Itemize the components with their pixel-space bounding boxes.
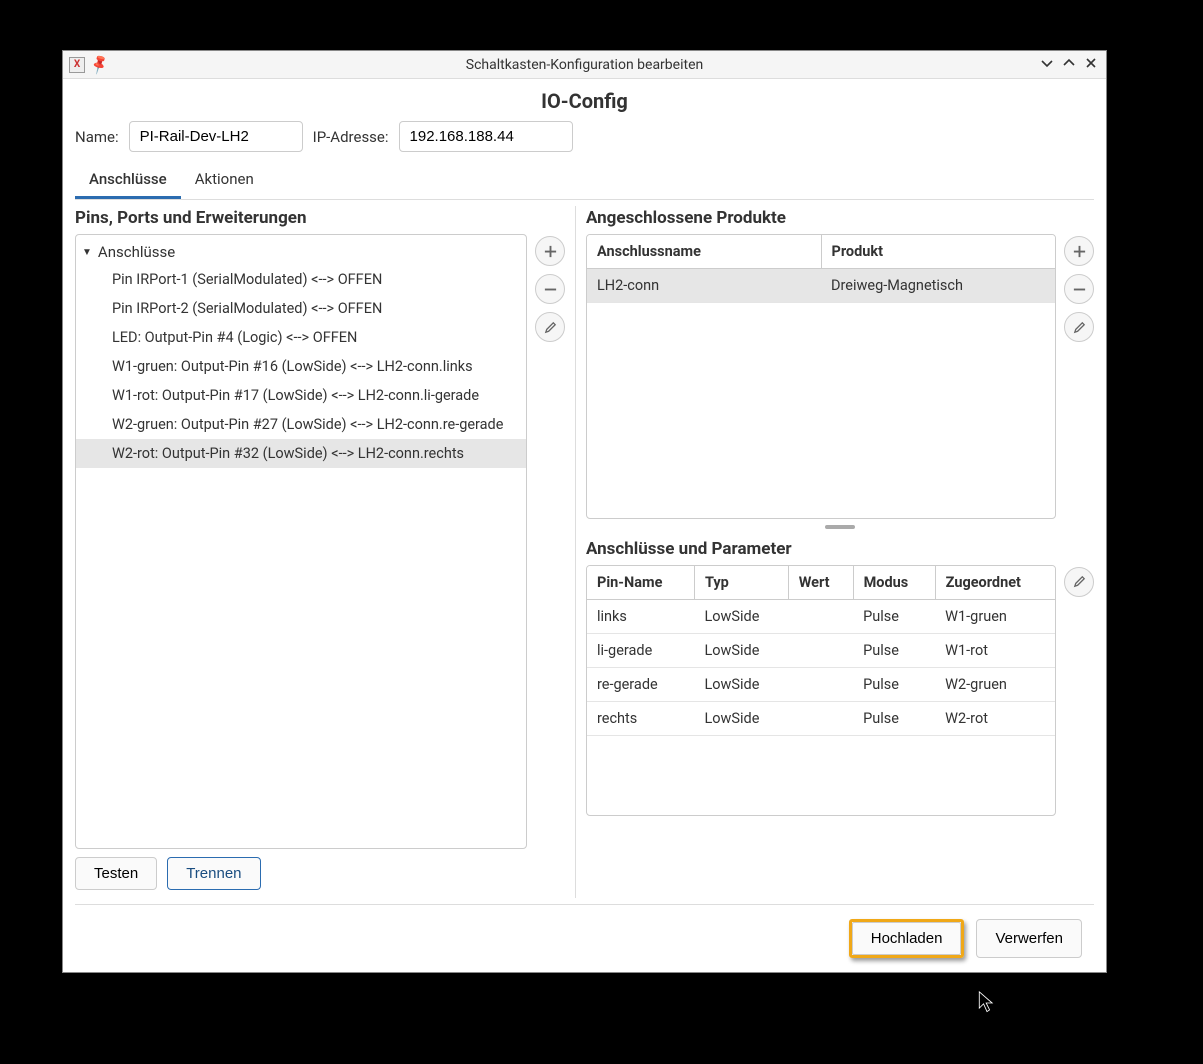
app-icon: X — [69, 57, 85, 73]
remove-pin-button[interactable] — [535, 274, 565, 304]
products-header-product[interactable]: Produkt — [821, 235, 1055, 269]
tree-item[interactable]: W1-gruen: Output-Pin #16 (LowSide) <--> … — [76, 352, 526, 381]
upload-highlight: Hochladen — [849, 919, 965, 958]
ip-input[interactable] — [399, 121, 573, 152]
product-name-cell: LH2-conn — [587, 269, 821, 303]
table-row[interactable]: re-gerade LowSide Pulse W2-gruen — [587, 667, 1055, 701]
params-header-pin[interactable]: Pin-Name — [587, 566, 694, 600]
products-table: Anschlussname Produkt LH2-conn Dreiweg-M… — [587, 235, 1055, 518]
edit-product-button[interactable] — [1064, 312, 1094, 342]
ip-label: IP-Adresse: — [313, 128, 389, 146]
splitter[interactable] — [586, 525, 1094, 531]
products-header-name[interactable]: Anschlussname — [587, 235, 821, 269]
test-button[interactable]: Testen — [75, 857, 157, 890]
close-icon[interactable] — [1084, 56, 1098, 74]
tree-item[interactable]: W2-gruen: Output-Pin #27 (LowSide) <--> … — [76, 410, 526, 439]
table-row[interactable]: links LowSide Pulse W1-gruen — [587, 599, 1055, 633]
params-table: Pin-Name Typ Wert Modus Zugeordnet — [587, 566, 1055, 816]
upload-button[interactable]: Hochladen — [852, 922, 962, 955]
maximize-icon[interactable] — [1062, 56, 1076, 74]
add-product-button[interactable] — [1064, 236, 1094, 266]
disconnect-button[interactable]: Trennen — [167, 857, 260, 890]
edit-param-button[interactable] — [1064, 567, 1094, 597]
name-input[interactable] — [129, 121, 303, 152]
tabs: Anschlüsse Aktionen — [75, 162, 1094, 200]
table-row[interactable]: li-gerade LowSide Pulse W1-rot — [587, 633, 1055, 667]
params-header-type[interactable]: Typ — [694, 566, 788, 600]
tree-item[interactable]: Pin IRPort-1 (SerialModulated) <--> OFFE… — [76, 265, 526, 294]
pins-tree[interactable]: ▼ Anschlüsse Pin IRPort-1 (SerialModulat… — [75, 234, 527, 849]
params-header-assigned[interactable]: Zugeordnet — [935, 566, 1055, 600]
minimize-icon[interactable] — [1040, 56, 1054, 74]
chevron-down-icon: ▼ — [82, 247, 92, 258]
tree-root[interactable]: ▼ Anschlüsse — [76, 239, 526, 265]
table-row[interactable]: rechts LowSide Pulse W2-rot — [587, 701, 1055, 735]
remove-product-button[interactable] — [1064, 274, 1094, 304]
window-title: Schaltkasten-Konfiguration bearbeiten — [63, 57, 1106, 73]
tree-item[interactable]: W1-rot: Output-Pin #17 (LowSide) <--> LH… — [76, 381, 526, 410]
name-label: Name: — [75, 128, 119, 146]
tab-actions[interactable]: Aktionen — [181, 162, 268, 199]
tree-item[interactable]: Pin IRPort-2 (SerialModulated) <--> OFFE… — [76, 294, 526, 323]
edit-pin-button[interactable] — [535, 312, 565, 342]
table-row[interactable]: LH2-conn Dreiweg-Magnetisch — [587, 269, 1055, 303]
products-heading: Angeschlossene Produkte — [586, 208, 1094, 228]
tree-root-label: Anschlüsse — [98, 243, 175, 261]
pins-heading: Pins, Ports und Erweiterungen — [75, 208, 565, 228]
tab-connections[interactable]: Anschlüsse — [75, 162, 181, 199]
discard-button[interactable]: Verwerfen — [976, 919, 1082, 958]
tree-item[interactable]: LED: Output-Pin #4 (Logic) <--> OFFEN — [76, 323, 526, 352]
add-pin-button[interactable] — [535, 236, 565, 266]
params-header-value[interactable]: Wert — [788, 566, 853, 600]
mouse-cursor-icon — [978, 991, 996, 1019]
params-heading: Anschlüsse und Parameter — [586, 539, 1094, 559]
params-header-mode[interactable]: Modus — [853, 566, 935, 600]
product-type-cell: Dreiweg-Magnetisch — [821, 269, 1055, 303]
titlebar: X 📌 Schaltkasten-Konfiguration bearbeite… — [63, 51, 1106, 79]
tree-item[interactable]: W2-rot: Output-Pin #32 (LowSide) <--> LH… — [76, 439, 526, 468]
page-title: IO-Config — [75, 89, 1094, 113]
config-form-row: Name: IP-Adresse: — [75, 121, 1094, 152]
dialog-window: X 📌 Schaltkasten-Konfiguration bearbeite… — [62, 50, 1107, 973]
pin-icon[interactable]: 📌 — [88, 53, 111, 76]
